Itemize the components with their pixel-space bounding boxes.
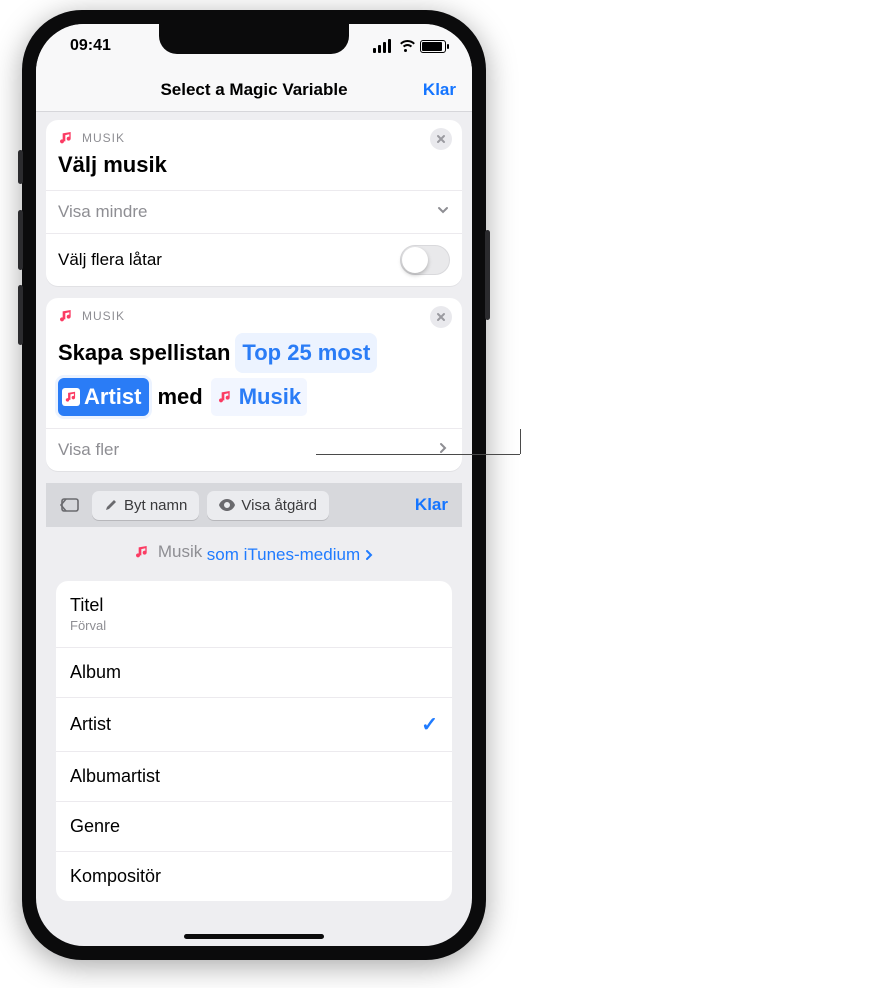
music-token-label: Musik [239, 380, 301, 414]
property-row-composer[interactable]: Kompositör [56, 852, 452, 901]
artist-variable-token[interactable]: Artist [58, 378, 149, 416]
toolbar-done-button[interactable]: Klar [409, 495, 454, 515]
variable-type-button[interactable]: som iTunes-medium [207, 545, 374, 565]
sentence-text: med [157, 378, 202, 416]
variable-type-label: som iTunes-medium [207, 545, 360, 565]
property-row-title[interactable]: Titel Förval [56, 581, 452, 648]
notch [159, 24, 349, 54]
property-row-albumartist[interactable]: Albumartist [56, 752, 452, 802]
rename-label: Byt namn [124, 497, 187, 514]
rename-button[interactable]: Byt namn [92, 491, 199, 520]
playlist-name-token[interactable]: Top 25 most [238, 336, 374, 370]
volume-down-button [18, 285, 23, 345]
select-multiple-label: Välj flera låtar [58, 250, 162, 270]
action-category: MUSIK [82, 131, 125, 145]
show-less-row[interactable]: Visa mindre [46, 190, 462, 233]
cellular-icon [373, 39, 391, 53]
action-category: MUSIK [82, 309, 125, 323]
eye-icon [219, 499, 235, 511]
music-icon [58, 130, 74, 146]
property-row-artist[interactable]: Artist ✓ [56, 698, 452, 752]
phone-frame: 09:41 Select a Magic Variable Klar MUSIK [22, 10, 486, 960]
property-row-album[interactable]: Album [56, 648, 452, 698]
property-label: Kompositör [70, 866, 161, 887]
chevron-right-icon [364, 549, 374, 561]
reveal-action-label: Visa åtgärd [241, 497, 317, 514]
property-label: Artist [70, 714, 111, 735]
reveal-action-button[interactable]: Visa åtgärd [207, 491, 329, 520]
status-time: 09:41 [70, 37, 111, 55]
music-icon [134, 544, 150, 560]
pencil-icon [104, 498, 118, 512]
volume-up-button [18, 210, 23, 270]
callout-line [316, 454, 520, 455]
mute-switch [18, 150, 23, 184]
action-sentence: Skapa spellistan Top 25 most Artist med … [46, 328, 462, 428]
close-icon[interactable] [430, 306, 452, 328]
show-more-row[interactable]: Visa fler [46, 428, 462, 471]
wifi-icon [397, 40, 414, 52]
keyboard-toolbar: Byt namn Visa åtgärd Klar [46, 483, 462, 527]
artist-token-label: Artist [84, 380, 141, 414]
done-button[interactable]: Klar [423, 80, 456, 100]
action-card-create-playlist[interactable]: MUSIK Skapa spellistan Top 25 most Artis… [46, 298, 462, 471]
select-multiple-toggle[interactable] [400, 245, 450, 275]
music-icon [217, 389, 233, 405]
property-label: Albumartist [70, 766, 160, 787]
property-list: Titel Förval Album Artist ✓ Albumartist … [56, 581, 452, 901]
property-label: Album [70, 662, 121, 683]
chevron-right-icon [436, 440, 450, 460]
property-label: Genre [70, 816, 120, 837]
variable-name: Musik [158, 542, 202, 562]
show-more-label: Visa fler [58, 440, 119, 460]
home-indicator[interactable] [184, 934, 324, 939]
power-button [485, 230, 490, 320]
action-title: Välj musik [46, 150, 462, 190]
property-row-genre[interactable]: Genre [56, 802, 452, 852]
checkmark-icon: ✓ [421, 712, 438, 737]
music-variable-token[interactable]: Musik [211, 378, 307, 416]
music-icon [58, 308, 74, 324]
select-multiple-row[interactable]: Välj flera låtar [46, 233, 462, 286]
variable-info: Musik som iTunes-medium [46, 527, 462, 571]
chevron-down-icon [436, 202, 450, 222]
battery-icon [420, 40, 446, 53]
sentence-text: Skapa spellistan [58, 336, 230, 370]
screen: 09:41 Select a Magic Variable Klar MUSIK [36, 24, 472, 946]
keyboard-back-button[interactable] [54, 496, 84, 514]
property-sublabel: Förval [70, 618, 106, 633]
nav-bar: Select a Magic Variable Klar [36, 68, 472, 112]
music-icon [62, 388, 80, 406]
nav-title: Select a Magic Variable [160, 80, 347, 100]
close-icon[interactable] [430, 128, 452, 150]
show-less-label: Visa mindre [58, 202, 147, 222]
action-card-select-music[interactable]: MUSIK Välj musik Visa mindre Välj flera … [46, 120, 462, 286]
property-label: Titel [70, 595, 103, 615]
